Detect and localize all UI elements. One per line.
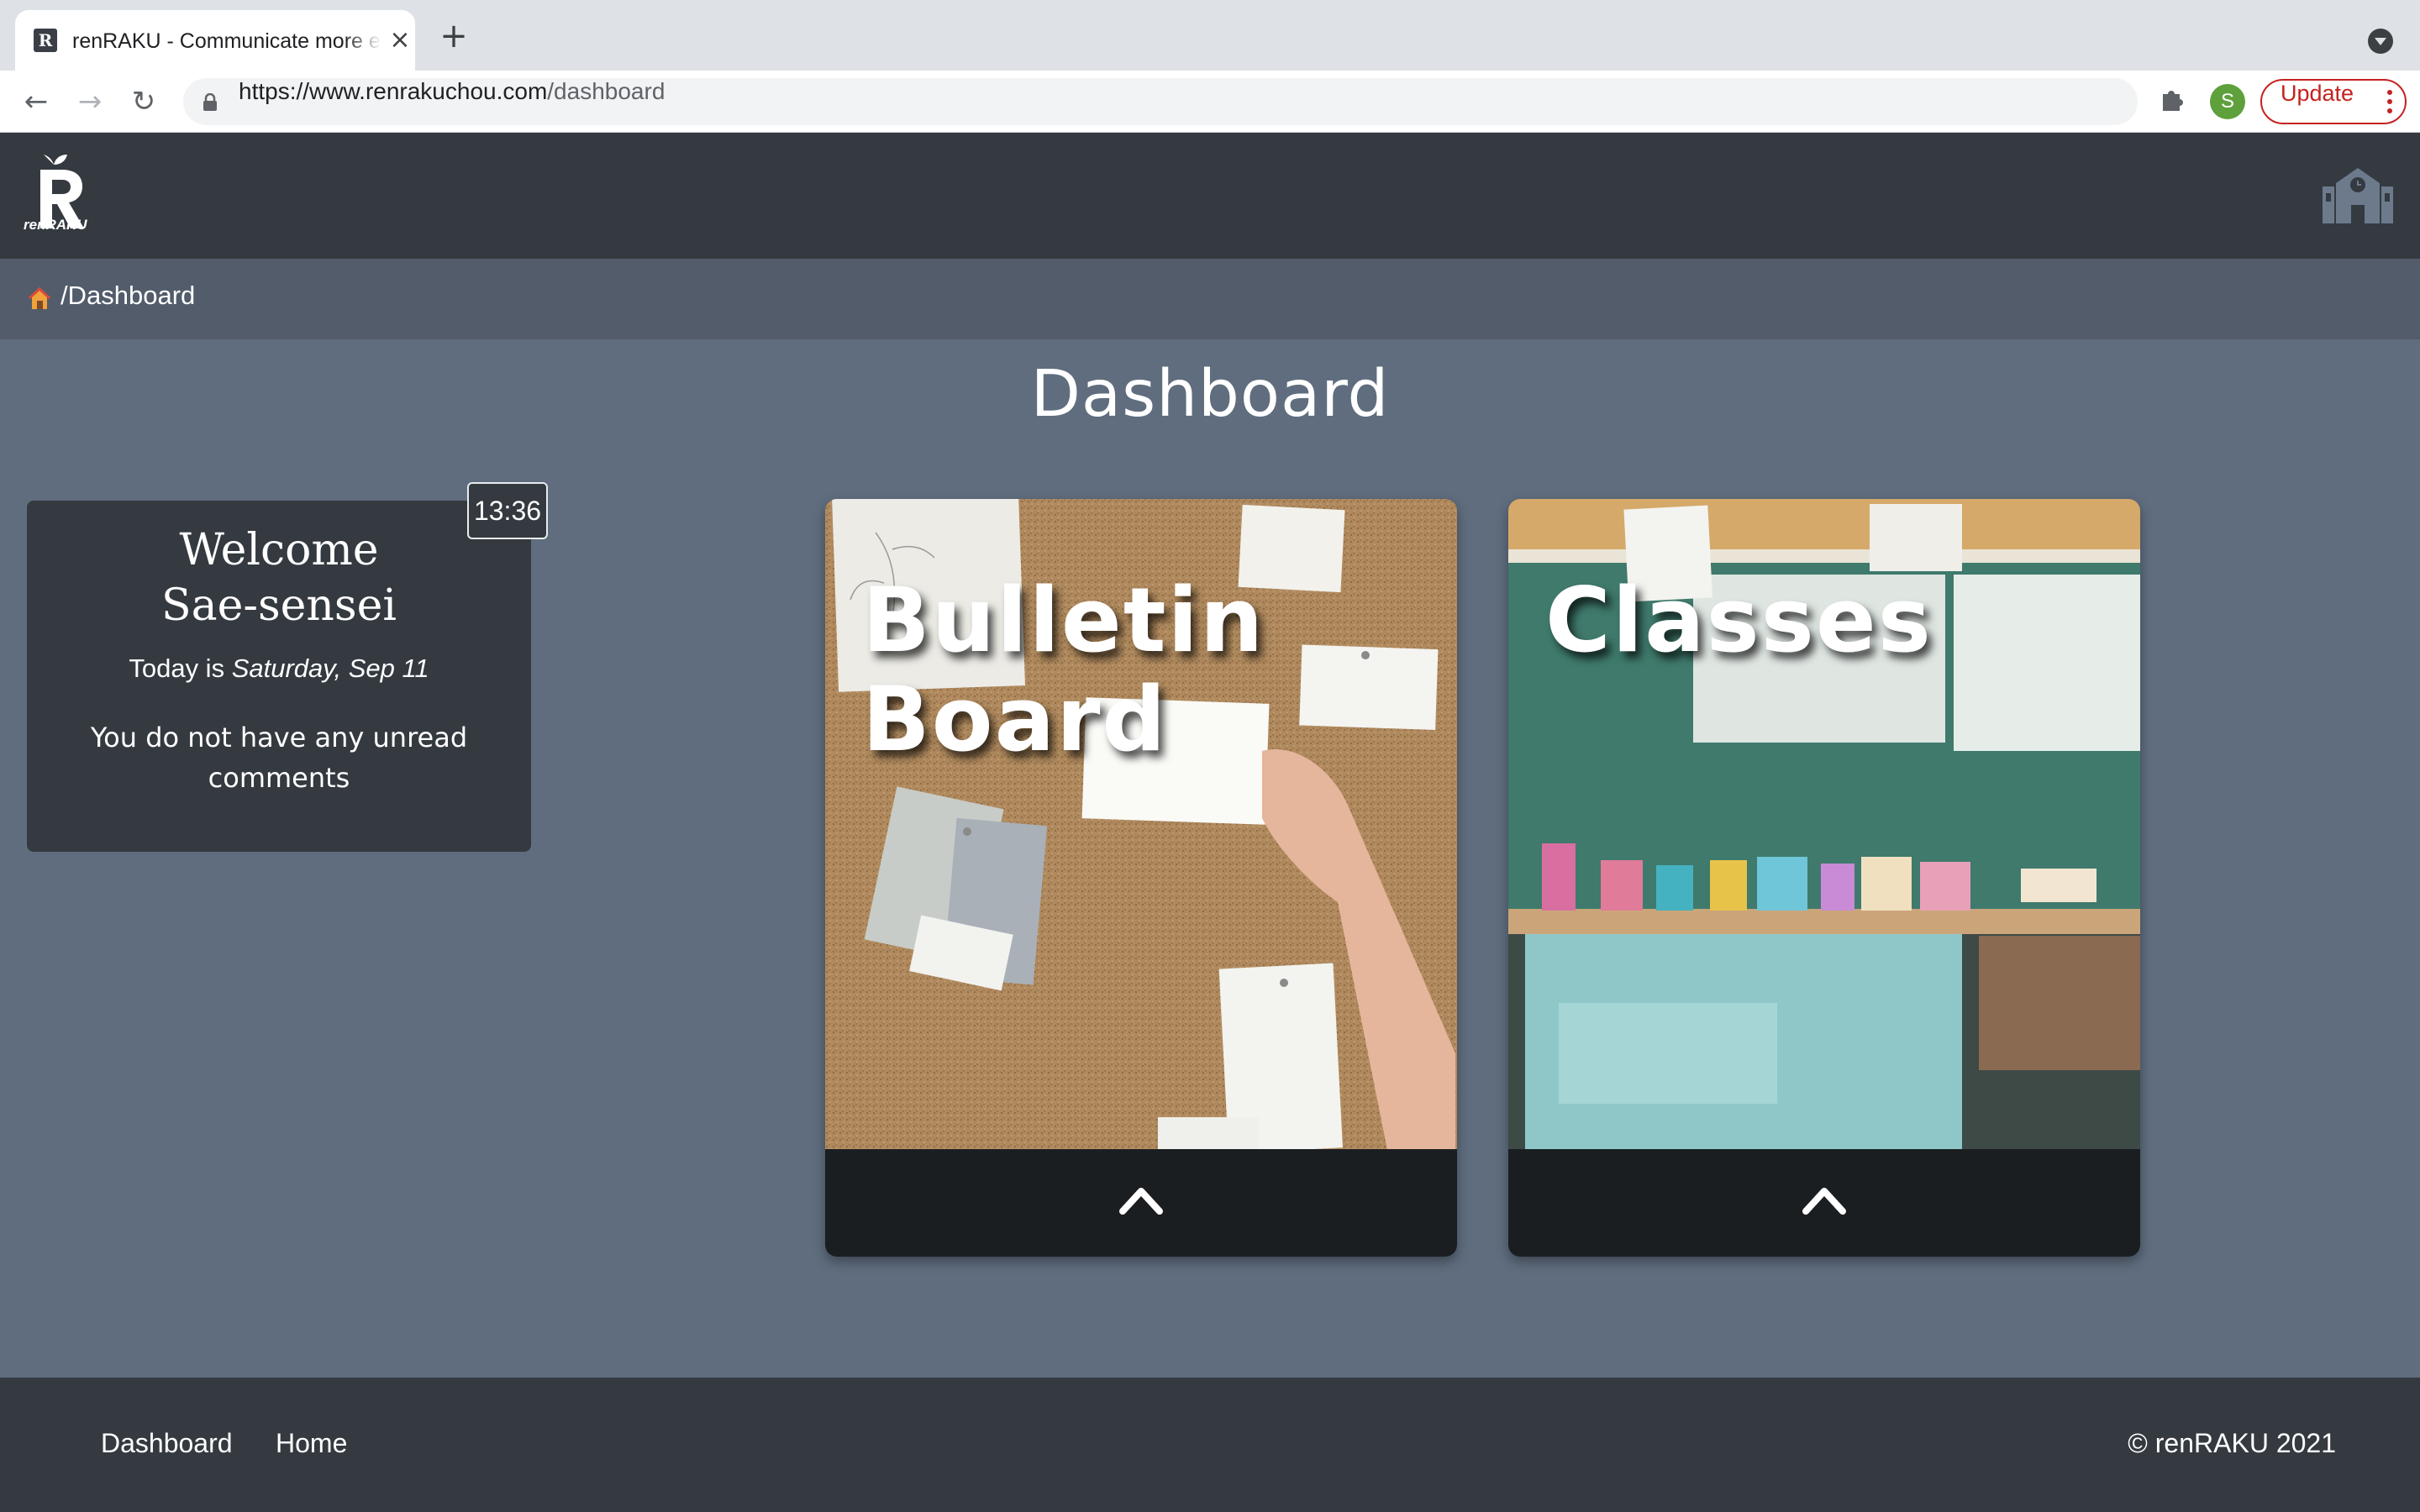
tile-title-line: Classes [1545, 569, 1933, 672]
footer-link-home[interactable]: Home [276, 1428, 347, 1459]
tile-title: Bulletin Board [862, 571, 1434, 769]
renraku-favicon-icon: R [34, 29, 57, 52]
clock-badge: 13:36 [467, 482, 548, 539]
breadcrumb: /Dashboard [0, 259, 2420, 339]
tile-expand-bar[interactable] [1508, 1149, 2140, 1257]
url-text[interactable]: https://www.renrakuchou.com/dashboard [239, 78, 665, 125]
welcome-name: Sae-sensei [160, 580, 397, 631]
profile-avatar[interactable]: S [2210, 84, 2245, 119]
reload-icon[interactable]: ↻ [126, 84, 161, 119]
close-tab-icon[interactable]: × [388, 28, 412, 53]
url-path: /dashboard [547, 78, 666, 104]
classes-tile[interactable]: Classes [1508, 499, 2140, 1257]
home-icon[interactable] [27, 286, 52, 311]
browser-toolbar: ← → ↻ https://www.renrakuchou.com/dashbo… [0, 71, 2420, 133]
today-date: Today is Saturday, Sep 11 [27, 652, 531, 685]
puzzle-icon[interactable] [2158, 84, 2188, 114]
kebab-icon [2387, 90, 2392, 113]
tile-title-line: Bulletin [862, 569, 1265, 672]
lock-icon [203, 93, 217, 111]
chevron-up-icon[interactable] [1118, 1183, 1165, 1216]
tile-title: Classes [1545, 571, 2117, 670]
browser-tab[interactable]: R renRAKU - Communicate more effectively… [15, 10, 415, 71]
footer-link-dashboard[interactable]: Dashboard [101, 1428, 233, 1459]
breadcrumb-path[interactable]: /Dashboard [60, 281, 195, 311]
forward-icon[interactable]: → [72, 84, 108, 119]
browser-tabbar: R renRAKU - Communicate more effectively… [0, 0, 2420, 71]
date-value: Saturday, Sep 11 [231, 654, 429, 683]
welcome-title: Welcome Sae-sensei [27, 522, 531, 633]
date-prefix: Today is [129, 654, 232, 683]
app-header: renRAKU [0, 133, 2420, 259]
tab-search-icon[interactable] [2368, 29, 2393, 54]
new-tab-icon[interactable]: + [437, 19, 471, 54]
unread-comments-message: You do not have any unread comments [90, 722, 468, 794]
address-bar[interactable]: https://www.renrakuchou.com/dashboard [183, 78, 2305, 125]
school-icon[interactable] [2323, 165, 2393, 223]
update-button[interactable]: Update [2260, 79, 2407, 124]
footer-copyright: © renRAKU 2021 [2128, 1428, 2336, 1458]
url-host: https://www.renrakuchou.com [239, 78, 548, 104]
update-label: Update [2281, 81, 2354, 106]
chevron-up-icon[interactable] [1801, 1183, 1848, 1216]
welcome-line: Welcome [179, 525, 379, 575]
logo-text: renRAKU [24, 217, 87, 233]
welcome-card: Welcome Sae-sensei Today is Saturday, Se… [27, 501, 531, 852]
tile-title-line: Board [862, 668, 1168, 771]
back-icon[interactable]: ← [18, 84, 54, 119]
bulletin-board-tile[interactable]: Bulletin Board [825, 499, 1457, 1257]
tab-title: renRAKU - Communicate more effectively [72, 29, 381, 53]
tile-expand-bar[interactable] [825, 1149, 1457, 1257]
page-title: Dashboard [1030, 357, 1390, 432]
footer: Dashboard Home © renRAKU 2021 [0, 1378, 2420, 1512]
